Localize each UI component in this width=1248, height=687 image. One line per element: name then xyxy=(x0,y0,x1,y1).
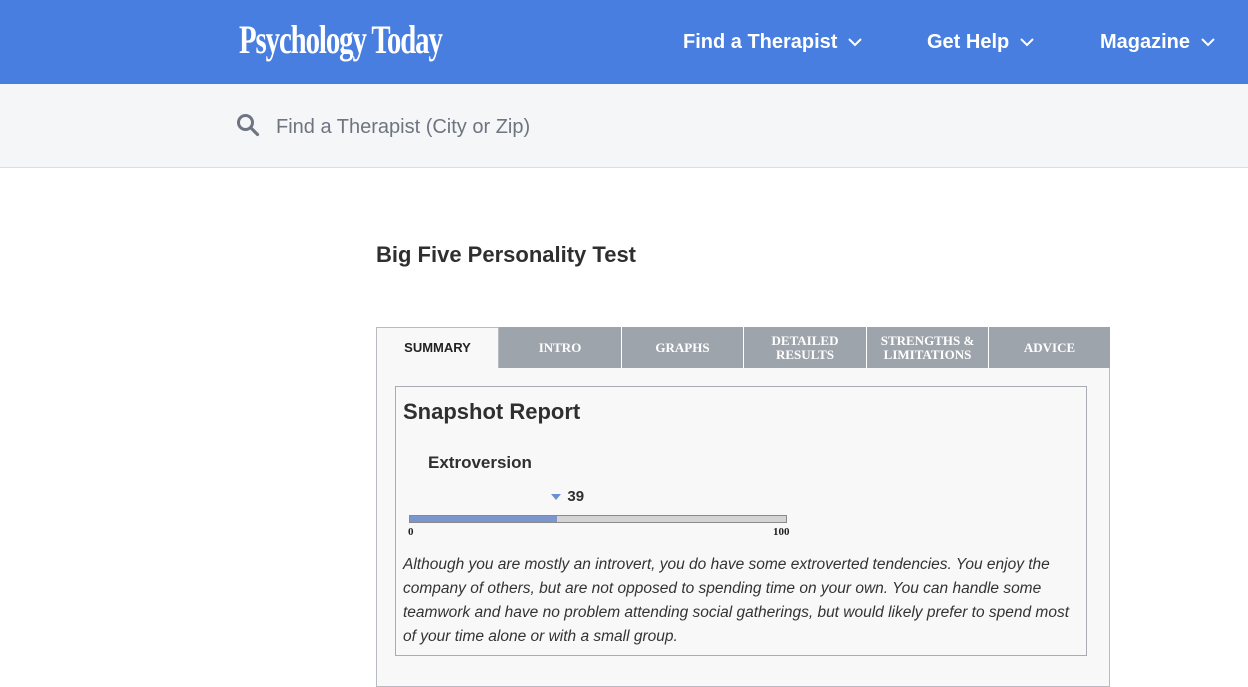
nav-find-a-therapist-label: Find a Therapist xyxy=(683,30,838,53)
results-tabs: SUMMARY INTRO GRAPHS DETAILED RESULTS ST… xyxy=(376,327,1110,368)
psychology-today-logo[interactable]: Psychology Today xyxy=(239,12,443,68)
score-value: 39 xyxy=(567,488,585,505)
chevron-down-icon xyxy=(1020,38,1034,47)
report-title: Snapshot Report xyxy=(403,399,581,424)
scale-max-label: 100 xyxy=(773,526,790,538)
search-icon[interactable] xyxy=(236,113,260,137)
tab-intro[interactable]: INTRO xyxy=(499,327,622,368)
trait-name: Extroversion xyxy=(428,453,532,472)
nav-get-help[interactable]: Get Help xyxy=(927,26,1035,58)
nav-find-a-therapist[interactable]: Find a Therapist xyxy=(683,26,863,58)
page-title: Big Five Personality Test xyxy=(376,242,637,267)
nav-magazine[interactable]: Magazine xyxy=(1100,26,1216,58)
therapist-search-input[interactable] xyxy=(276,108,776,146)
tab-strengths-limitations[interactable]: STRENGTHS & LIMITATIONS xyxy=(867,327,989,368)
chevron-down-icon xyxy=(1201,38,1215,47)
tab-graphs[interactable]: GRAPHS xyxy=(622,327,744,368)
scale-min-label: 0 xyxy=(408,526,414,538)
trait-description: Although you are mostly an introvert, yo… xyxy=(403,556,1070,645)
score-marker-icon xyxy=(551,494,562,500)
score-bar-fill xyxy=(410,516,557,522)
tab-detailed-results[interactable]: DETAILED RESULTS xyxy=(744,327,867,368)
tab-summary[interactable]: SUMMARY xyxy=(376,327,499,368)
score-bar xyxy=(409,515,787,523)
nav-magazine-label: Magazine xyxy=(1100,30,1191,53)
nav-get-help-label: Get Help xyxy=(927,30,1010,53)
top-navigation-bar: Psychology Today Find a Therapist Get He… xyxy=(0,0,1248,84)
tab-advice[interactable]: ADVICE xyxy=(989,327,1110,368)
chevron-down-icon xyxy=(848,38,863,47)
